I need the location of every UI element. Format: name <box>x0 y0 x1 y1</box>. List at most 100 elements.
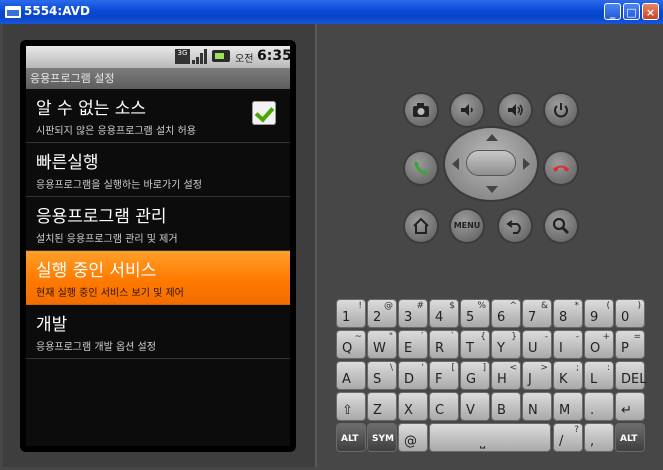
key-2-8[interactable]: L: <box>585 362 613 389</box>
key-0-9[interactable]: 0) <box>616 300 644 327</box>
key-comma[interactable]: , <box>585 424 613 451</box>
key-slash[interactable]: /? <box>554 424 582 451</box>
list-item-title: 개발 <box>36 315 68 335</box>
camera-button[interactable] <box>405 94 437 126</box>
status-bar[interactable]: 3G 오전 6:35 <box>26 46 290 68</box>
dpad-left[interactable] <box>452 158 459 170</box>
key-alt-label: ; <box>575 363 579 373</box>
key-2-5[interactable]: H < <box>492 362 520 389</box>
power-button[interactable] <box>545 94 577 126</box>
key-3-0[interactable]: ⇧ <box>337 393 365 420</box>
back-button[interactable] <box>499 210 531 242</box>
key-0-0[interactable]: 1! <box>337 300 365 327</box>
key-alt-label: ' <box>421 363 424 373</box>
key-0-8[interactable]: 9( <box>585 300 613 327</box>
key-space[interactable]: ⎵ <box>430 424 550 451</box>
dpad-center[interactable] <box>467 151 515 175</box>
key-3-1[interactable]: Z <box>368 393 396 420</box>
key-label: D <box>404 372 415 387</box>
key-0-4[interactable]: 5% <box>461 300 489 327</box>
key-label: J <box>528 372 532 387</box>
list-item-subtitle: 응용프로그램을 실행하는 바로가기 설정 <box>36 180 202 191</box>
key-alt-label: { <box>480 332 486 342</box>
key-3-7[interactable]: M <box>554 393 582 420</box>
key-0-7[interactable]: 8 * <box>554 300 582 327</box>
key-2-3[interactable]: F[ <box>430 362 458 389</box>
key-3-9[interactable]: ↵ <box>616 393 644 420</box>
key-alt-label: + <box>602 332 610 342</box>
key-alt-right[interactable]: ALT <box>616 424 644 451</box>
close-button[interactable]: × <box>642 3 659 20</box>
key-2-1[interactable]: S \ <box>368 362 396 389</box>
key-alt-label: ) <box>637 301 641 311</box>
key-label: . <box>590 403 595 418</box>
window-icon <box>5 6 21 18</box>
device-screen[interactable]: 3G 오전 6:35 응용프로그램 설정 알 수 없는 소스 시판되지 않은 응… <box>26 46 290 446</box>
maximize-button[interactable]: □ <box>623 3 640 20</box>
search-button[interactable] <box>545 210 577 242</box>
key-0-5[interactable]: 6 ^ <box>492 300 520 327</box>
key-0-3[interactable]: 4 $ <box>430 300 458 327</box>
key-label: B <box>497 403 506 418</box>
key-label: Q <box>342 341 353 356</box>
key-label: L <box>590 372 598 387</box>
search-icon <box>552 217 570 235</box>
list-item-running-services[interactable]: 실행 중인 서비스 현재 실행 중인 서비스 보기 및 제어 <box>26 251 290 305</box>
list-item-quick-launch[interactable]: 빠른실행 응용프로그램을 실행하는 바로가기 설정 <box>26 143 290 197</box>
key-label: @ <box>404 434 417 449</box>
dpad-right[interactable] <box>523 158 530 170</box>
key-0-1[interactable]: 2 @ <box>368 300 396 327</box>
key-3-4[interactable]: V <box>461 393 489 420</box>
key-1-6[interactable]: U- <box>523 331 551 358</box>
key-2-4[interactable]: G] <box>461 362 489 389</box>
key-1-1[interactable]: W " <box>368 331 396 358</box>
key-2-6[interactable]: J > <box>523 362 551 389</box>
key-2-0[interactable]: A <box>337 362 365 389</box>
menu-button[interactable]: MENU <box>451 210 483 242</box>
dpad[interactable] <box>445 128 537 200</box>
key-1-0[interactable]: Q ~ <box>337 331 365 358</box>
key-0-2[interactable]: 3 # <box>399 300 427 327</box>
volume-up-button[interactable] <box>499 94 531 126</box>
home-button[interactable] <box>405 210 437 242</box>
key-1-8[interactable]: O + <box>585 331 613 358</box>
key-alt-label: < <box>509 363 517 373</box>
list-item-title: 알 수 없는 소스 <box>36 99 147 119</box>
key-1-9[interactable]: P = <box>616 331 644 358</box>
key-2-7[interactable]: K; <box>554 362 582 389</box>
key-3-8[interactable]: . <box>585 393 613 420</box>
call-button[interactable] <box>405 152 437 184</box>
unknown-sources-checkbox[interactable] <box>252 101 276 125</box>
key-alt-left[interactable]: ALT <box>337 424 365 451</box>
dpad-up[interactable] <box>486 134 498 141</box>
end-call-button[interactable] <box>545 152 577 184</box>
key-sym[interactable]: SYM <box>368 424 396 451</box>
list-item-unknown-sources[interactable]: 알 수 없는 소스 시판되지 않은 응용프로그램 설치 허용 <box>26 89 290 143</box>
key-3-2[interactable]: X <box>399 393 427 420</box>
key-1-3[interactable]: R ` <box>430 331 458 358</box>
status-ampm: 오전 <box>235 54 254 65</box>
key-0-6[interactable]: 7 & <box>523 300 551 327</box>
key-2-9[interactable]: DEL <box>616 362 646 389</box>
key-alt-label: ´ <box>419 332 425 342</box>
key-3-6[interactable]: N <box>523 393 551 420</box>
key-3-3[interactable]: C <box>430 393 458 420</box>
key-alt-label: ! <box>358 301 362 311</box>
minimize-button[interactable]: _ <box>604 3 621 20</box>
title-bar[interactable]: 5554:AVD _ □ × <box>0 0 663 24</box>
battery-icon <box>212 50 230 62</box>
list-item-development[interactable]: 개발 응용프로그램 개발 옵션 설정 <box>26 305 290 359</box>
dpad-down[interactable] <box>486 186 498 193</box>
status-time: 6:35 <box>257 48 290 64</box>
key-1-7[interactable]: I- <box>554 331 582 358</box>
key-1-2[interactable]: E ´ <box>399 331 427 358</box>
key-2-2[interactable]: D ' <box>399 362 427 389</box>
camera-icon <box>413 103 429 117</box>
volume-down-button[interactable] <box>451 94 483 126</box>
key-1-4[interactable]: T{ <box>461 331 489 358</box>
key-label: V <box>466 403 475 418</box>
key-at[interactable]: @ <box>399 424 427 451</box>
key-3-5[interactable]: B <box>492 393 520 420</box>
key-1-5[interactable]: Y} <box>492 331 520 358</box>
list-item-manage-apps[interactable]: 응용프로그램 관리 설치된 응용프로그램 관리 및 제거 <box>26 197 290 251</box>
